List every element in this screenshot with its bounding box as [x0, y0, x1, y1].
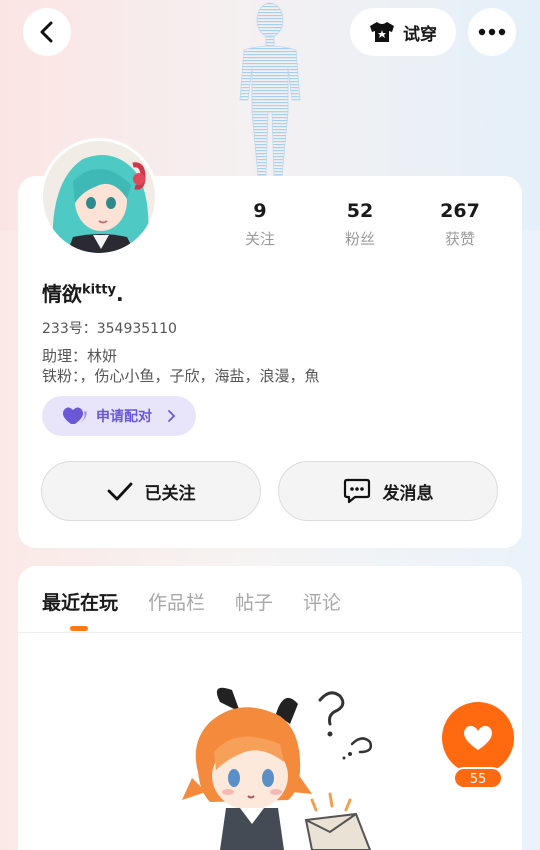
tab-works[interactable]: 作品栏: [148, 588, 205, 615]
like-count-badge: 55: [453, 767, 503, 789]
stat-likes[interactable]: 267 获赞: [410, 200, 510, 249]
stat-value: 52: [346, 200, 374, 222]
stat-label: 粉丝: [344, 230, 375, 248]
user-avatar[interactable]: [40, 138, 158, 256]
double-heart-icon: [62, 407, 87, 424]
stat-value: 9: [253, 200, 267, 222]
send-message-button[interactable]: 发消息: [278, 461, 498, 521]
back-button[interactable]: [23, 8, 71, 56]
like-button[interactable]: [442, 702, 514, 774]
chat-bubble-icon: [343, 478, 370, 504]
anime-girl-avatar-image: [43, 141, 155, 253]
tab-comments[interactable]: 评论: [303, 588, 341, 615]
nickname-superscript: kitty: [82, 282, 117, 298]
user-relations: 助理：林妍 铁粉：，伤心小鱼，子欣，海盐，浪漫，魚: [42, 346, 320, 386]
stat-following[interactable]: 9 关注: [210, 200, 310, 249]
nickname-suffix: .: [116, 282, 124, 306]
chevron-right-icon: [168, 410, 176, 422]
more-button[interactable]: [468, 8, 516, 56]
avatar-figure-silhouette: [239, 2, 301, 177]
tab-bar: 最近在玩 作品栏 帖子 评论: [42, 588, 341, 615]
stat-label: 关注: [244, 230, 275, 248]
active-tab-indicator: [70, 626, 88, 631]
user-nickname: 情欲kitty.: [42, 278, 124, 307]
stat-label: 获赞: [444, 230, 475, 248]
followed-button[interactable]: 已关注: [41, 461, 261, 521]
empty-state-mascot-illustration: [182, 687, 373, 850]
tab-posts[interactable]: 帖子: [235, 588, 273, 615]
followed-label: 已关注: [144, 483, 196, 504]
apply-pair-button[interactable]: 申请配对: [42, 396, 196, 436]
tab-recently-played[interactable]: 最近在玩: [42, 588, 118, 615]
assistant-line: 助理：林妍: [42, 347, 118, 365]
tab-divider: [18, 632, 522, 633]
try-on-button[interactable]: 试穿: [350, 8, 456, 56]
nickname-main: 情欲: [42, 282, 82, 306]
more-dots-icon: [478, 28, 506, 36]
try-on-label: 试穿: [403, 24, 437, 45]
send-message-label: 发消息: [382, 483, 434, 504]
profile-stats: 9 关注 52 粉丝 267 获赞: [210, 200, 510, 249]
fans-line: 铁粉：，伤心小鱼，子欣，海盐，浪漫，魚: [42, 367, 320, 385]
back-arrow-icon: [40, 21, 53, 43]
heart-icon: [463, 725, 493, 750]
stat-followers[interactable]: 52 粉丝: [310, 200, 410, 249]
stat-value: 267: [440, 200, 480, 222]
user-id[interactable]: 233号：354935110: [42, 318, 177, 338]
apply-pair-label: 申请配对: [96, 409, 152, 425]
tshirt-icon: [370, 22, 394, 42]
checkmark-icon: [107, 482, 132, 501]
